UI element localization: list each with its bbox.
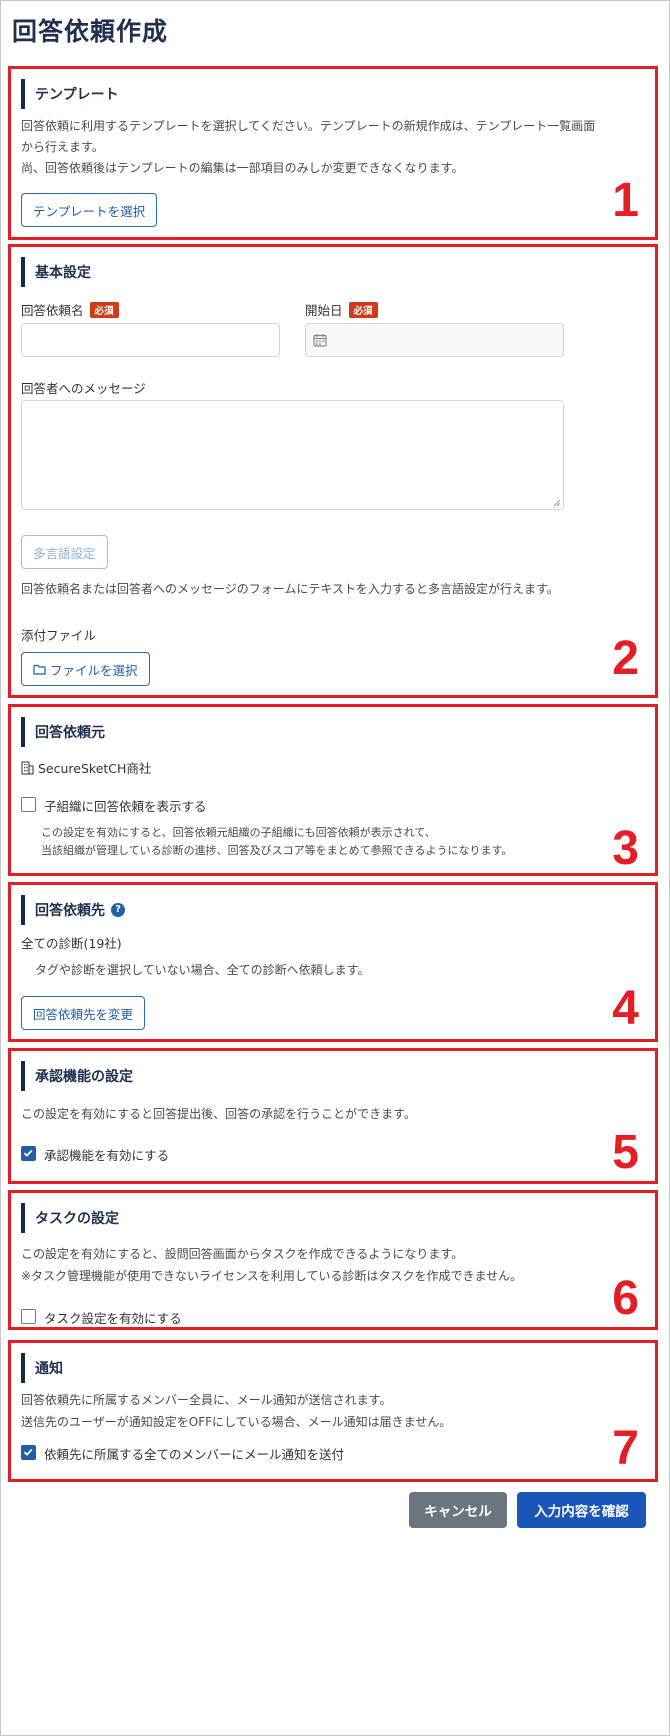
required-badge: 必須 — [89, 302, 119, 318]
section-number-7: 7 — [612, 1422, 639, 1475]
source-title: 回答依頼元 — [35, 725, 105, 741]
section-number-6: 6 — [612, 1272, 639, 1325]
enable-task-label: タスク設定を有効にする — [44, 1311, 182, 1326]
notify-desc-2: 送信先のユーザーが通知設定をOFFにしている場合、メール通知は届きません。 — [21, 1415, 452, 1429]
template-header: テンプレート — [21, 79, 119, 109]
checkmark-icon — [23, 1149, 33, 1157]
message-label: 回答者へのメッセージ — [21, 381, 146, 396]
request-name-label: 回答依頼名 必須 — [21, 300, 119, 319]
enable-approval-label: 承認機能を有効にする — [44, 1148, 170, 1163]
notify-header: 通知 — [21, 1353, 63, 1383]
template-desc-1: 回答依頼に利用するテンプレートを選択してください。テンプレートの新規作成は、テン… — [21, 119, 596, 133]
basic-header: 基本設定 — [21, 257, 91, 287]
approval-header: 承認機能の設定 — [21, 1061, 133, 1091]
request-name-input[interactable] — [21, 323, 280, 357]
folder-icon — [33, 664, 46, 675]
section-number-4: 4 — [612, 982, 639, 1035]
template-section: テンプレート 回答依頼に利用するテンプレートを選択してください。テンプレートの新… — [8, 66, 658, 240]
template-desc-3: 尚、回答依頼後はテンプレートの編集は一部項目のみしか変更できなくなります。 — [21, 161, 464, 175]
enable-approval-checkbox[interactable] — [21, 1146, 36, 1161]
required-badge: 必須 — [348, 302, 378, 318]
start-date-label: 開始日 必須 — [305, 300, 378, 319]
select-file-button[interactable]: ファイルを選択 — [21, 652, 150, 686]
select-file-label: ファイルを選択 — [50, 662, 138, 678]
cancel-button[interactable]: キャンセル — [409, 1492, 507, 1528]
help-icon[interactable]: ? — [111, 903, 125, 917]
page-title: 回答依頼作成 — [12, 17, 169, 46]
source-header: 回答依頼元 — [21, 717, 105, 747]
start-date-input[interactable] — [305, 323, 564, 357]
notify-title: 通知 — [35, 1361, 63, 1377]
section-number-2: 2 — [612, 632, 639, 685]
approval-desc: この設定を有効にすると回答提出後、回答の承認を行うことができます。 — [21, 1107, 416, 1121]
destination-title: 回答依頼先 — [35, 903, 105, 919]
section-marker — [21, 1061, 25, 1091]
section-marker — [21, 79, 25, 109]
show-child-org-checkbox[interactable] — [21, 797, 36, 812]
start-date-label-text: 開始日 — [305, 303, 343, 318]
email-notify-checkbox[interactable] — [21, 1445, 36, 1460]
basic-settings-section: 基本設定 回答依頼名 必須 開始日 必須 回答者へのメッセージ 多言語設定 回答依頼… — [8, 244, 658, 698]
checkmark-icon — [23, 1448, 33, 1456]
multilang-button[interactable]: 多言語設定 — [21, 535, 108, 569]
source-company: SecureSketCH商社 — [21, 758, 151, 777]
destination-header: 回答依頼先 ? — [21, 895, 125, 925]
source-note-1: この設定を有効にすると、回答依頼元組織の子組織にも回答依頼が表示されて、 — [41, 826, 436, 839]
change-destination-button[interactable]: 回答依頼先を変更 — [21, 996, 146, 1030]
section-marker — [21, 1203, 25, 1233]
section-number-5: 5 — [612, 1126, 639, 1179]
calendar-icon — [313, 334, 327, 347]
approval-section: 承認機能の設定 この設定を有効にすると回答提出後、回答の承認を行うことができます… — [8, 1048, 658, 1184]
show-child-org-label: 子組織に回答依頼を表示する — [44, 799, 207, 814]
task-desc-1: この設定を有効にすると、設問回答画面からタスクを作成できるようになります。 — [21, 1247, 464, 1261]
resize-handle-icon[interactable] — [553, 499, 561, 507]
approval-title: 承認機能の設定 — [35, 1069, 133, 1085]
request-source-section: 回答依頼元 SecureSketCH商社 子組織に回答依頼を表示する この設定を… — [8, 704, 658, 876]
section-marker — [21, 895, 25, 925]
request-destination-section: 回答依頼先 ? 全ての診断(19社) タグや診断を選択していない場合、全ての診断… — [8, 882, 658, 1042]
task-header: タスクの設定 — [21, 1203, 119, 1233]
message-textarea[interactable] — [21, 400, 564, 510]
template-title: テンプレート — [35, 87, 119, 103]
task-desc-2: ※タスク管理機能が使用できないライセンスを利用している診断はタスクを作成できませ… — [21, 1269, 523, 1283]
attachment-label: 添付ファイル — [21, 628, 97, 643]
multilang-note: 回答依頼名または回答者へのメッセージのフォームにテキストを入力すると多言語設定が… — [21, 582, 559, 596]
template-desc-2: から行えます。 — [21, 140, 104, 154]
request-name-label-text: 回答依頼名 — [21, 303, 84, 318]
task-title: タスクの設定 — [35, 1211, 119, 1227]
task-section: タスクの設定 この設定を有効にすると、設問回答画面からタスクを作成できるようにな… — [8, 1190, 658, 1330]
destination-note: タグや診断を選択していない場合、全ての診断へ依頼します。 — [35, 963, 370, 977]
section-number-3: 3 — [612, 822, 639, 875]
select-template-button[interactable]: テンプレートを選択 — [21, 193, 158, 227]
section-marker — [21, 717, 25, 747]
confirm-button[interactable]: 入力内容を確認 — [517, 1492, 646, 1528]
notify-desc-1: 回答依頼先に所属するメンバー全員に、メール通知が送信されます。 — [21, 1393, 392, 1407]
source-note-2: 当該組織が管理している診断の進捗、回答及びスコア等をまとめて参照できるようになり… — [41, 844, 513, 857]
all-diagnoses-label: 全ての診断(19社) — [21, 936, 122, 951]
section-marker — [21, 257, 25, 287]
building-icon — [21, 760, 34, 775]
notification-section: 通知 回答依頼先に所属するメンバー全員に、メール通知が送信されます。 送信先のユ… — [8, 1340, 658, 1482]
email-notify-label: 依頼先に所属する全てのメンバーにメール通知を送付 — [44, 1447, 345, 1462]
source-company-name: SecureSketCH商社 — [38, 761, 152, 776]
basic-title: 基本設定 — [35, 265, 91, 281]
enable-task-checkbox[interactable] — [21, 1309, 36, 1324]
section-marker — [21, 1353, 25, 1383]
section-number-1: 1 — [612, 174, 639, 227]
